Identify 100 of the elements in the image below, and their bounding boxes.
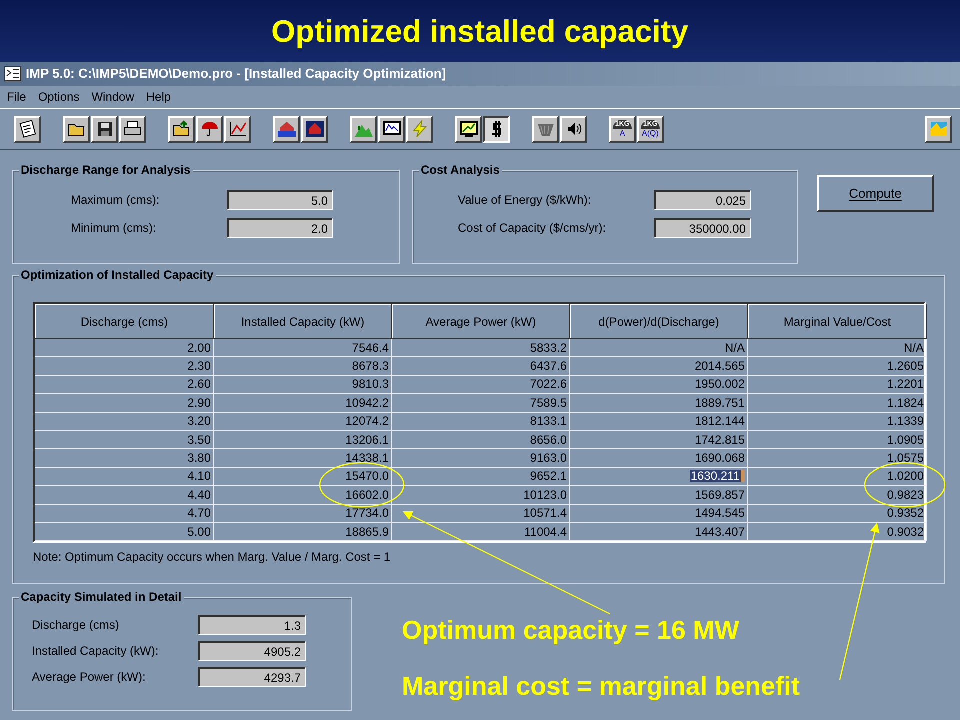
table-cell: 5.00: [35, 522, 214, 542]
column-header[interactable]: Marginal Value/Cost: [748, 304, 927, 339]
table-cell: 1742.815: [570, 430, 748, 450]
table-cell: 2014.565: [570, 357, 748, 376]
table-cell: 13206.1: [214, 430, 392, 450]
monitor-icon: [458, 120, 478, 138]
table-cell: 1.1824: [748, 394, 927, 413]
table-cell: 10123.0: [392, 486, 570, 505]
menu-item[interactable]: Window: [92, 88, 134, 106]
annotation-text: Optimum capacity = 16 MW: [402, 615, 740, 645]
table-cell: 1690.068: [570, 449, 748, 468]
value-field[interactable]: 1.3: [198, 615, 306, 635]
house-icon: [304, 120, 324, 138]
table-cell: 17734.0: [214, 504, 392, 523]
table-cell: 8656.0: [392, 430, 570, 450]
monitor-icon: [382, 120, 402, 138]
umbrella-icon: [200, 120, 220, 138]
table-cell: 2.30: [35, 357, 214, 376]
table-cell: N/A: [748, 339, 927, 358]
table-cell: 9652.1: [392, 468, 570, 486]
table-cell: 4.10: [35, 468, 214, 486]
table-cell: 5833.2: [392, 339, 570, 358]
table-cell: 1.1339: [748, 412, 927, 431]
window-icon: [928, 120, 948, 138]
field-label: Maximum (cms):: [71, 192, 161, 209]
table-cell: 2.00: [35, 339, 214, 358]
field-label: Discharge (cms): [32, 617, 120, 634]
slide-title: Optimized installed capacity: [272, 16, 688, 46]
value-field[interactable]: 4293.7: [198, 667, 306, 687]
table-cell: 9163.0: [392, 449, 570, 468]
house-water-icon: [276, 120, 296, 138]
column-header[interactable]: Average Power (kW): [392, 304, 570, 339]
table-cell: 15470.0: [214, 468, 392, 486]
table-cell: N/A: [570, 339, 748, 358]
variant-label: A: [620, 129, 626, 138]
table-cell: 1.0575: [748, 449, 927, 468]
menu-item[interactable]: Help: [146, 88, 172, 106]
table-cell: 1889.751: [570, 394, 748, 413]
field-label: Installed Capacity (kW):: [32, 643, 160, 660]
table-cell: 8678.3: [214, 357, 392, 376]
value-field[interactable]: 0.025: [654, 190, 751, 210]
field-label: Minimum (cms):: [71, 220, 158, 237]
compute-button[interactable]: Compute: [817, 175, 934, 212]
table-cell: 1.0200: [748, 468, 927, 486]
table-cell: 14338.1: [214, 449, 392, 468]
note-text: Note: Optimum Capacity occurs when Marg. Value / Marg. Cost = 1: [33, 549, 392, 566]
table-cell: 11004.4: [392, 522, 570, 542]
table-cell: 7589.5: [392, 394, 570, 413]
table-cell: 6437.6: [392, 357, 570, 376]
field-label: Value of Energy ($/kWh):: [458, 192, 592, 209]
value-field[interactable]: 2.0: [227, 218, 333, 238]
table-cell: 1569.857: [570, 486, 748, 505]
table-cell: 7546.4: [214, 339, 392, 358]
table-cell: 2.60: [35, 376, 214, 394]
column-header[interactable]: d(Power)/d(Discharge): [570, 304, 748, 339]
group-title: Optimization of Installed Capacity: [19, 267, 216, 283]
table-cell: 0.9032: [748, 522, 927, 542]
value-field[interactable]: 350000.00: [654, 218, 751, 238]
window-title: IMP 5.0: C:\IMP5\DEMO\Demo.pro - [Installed Capacity Optimization]: [26, 65, 446, 84]
annotation-text: Marginal cost = marginal benefit: [402, 671, 800, 701]
table-cell: 1950.002: [570, 376, 748, 394]
table-cell: 4.40: [35, 486, 214, 505]
table-cell: 1812.144: [570, 412, 748, 431]
table-cell: 3.80: [35, 449, 214, 468]
group-title: Cost Analysis: [419, 162, 502, 178]
chart-icon: [228, 120, 248, 138]
table-cell: 12074.2: [214, 412, 392, 431]
table-cell: 10571.4: [392, 504, 570, 523]
group-title: Discharge Range for Analysis: [19, 162, 193, 178]
group-title: Capacity Simulated in Detail: [19, 589, 184, 605]
app-icon: [4, 66, 22, 82]
table-cell: 16602.0: [214, 486, 392, 505]
menu-item[interactable]: Options: [38, 88, 80, 106]
table-cell: 3.20: [35, 412, 214, 431]
value-field[interactable]: 4905.2: [198, 641, 306, 661]
column-header[interactable]: Installed Capacity (kW): [214, 304, 392, 339]
table-cell: 1.2201: [748, 376, 927, 394]
table-cell: 18865.9: [214, 522, 392, 542]
column-header[interactable]: Discharge (cms): [35, 304, 214, 339]
table-cell: 8133.1: [392, 412, 570, 431]
table-cell: 1.2605: [748, 357, 927, 376]
table-cell: 3.50: [35, 430, 214, 450]
value-field[interactable]: 5.0: [227, 190, 333, 210]
variant-label: A(Q): [642, 129, 659, 138]
table-cell: 7022.6: [392, 376, 570, 394]
notepad-icon: [18, 120, 38, 138]
table-cell: 1443.407: [570, 522, 748, 542]
menu-item[interactable]: File: [7, 88, 26, 106]
printer-icon: [122, 120, 142, 138]
table-cell: 1494.545: [570, 504, 748, 523]
table-cell: 4.70: [35, 504, 214, 523]
table-cell: 10942.2: [214, 394, 392, 413]
field-label: Average Power (kW):: [32, 669, 147, 686]
table-cell: 0.9352: [748, 504, 927, 523]
selected-value: 1630.211: [690, 470, 745, 482]
toolbar-button[interactable]: [483, 116, 510, 142]
table-cell: 2.90: [35, 394, 214, 413]
table-cell: 9810.3: [214, 376, 392, 394]
table-cell: 1.0905: [748, 430, 927, 450]
table-cell: 0.9823: [748, 486, 927, 505]
